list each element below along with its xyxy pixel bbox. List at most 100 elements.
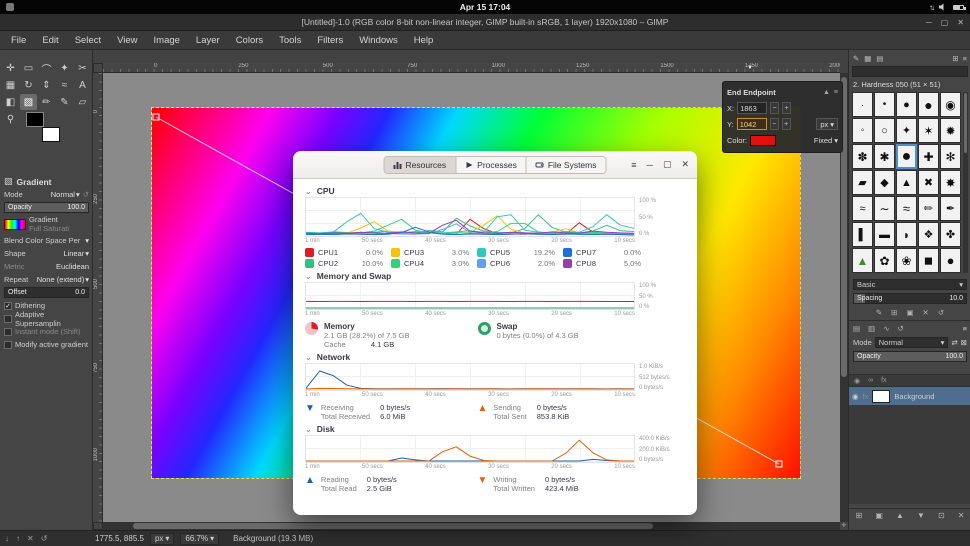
- menu-icon[interactable]: ≡: [631, 160, 636, 170]
- unit-dropdown[interactable]: px ▾: [816, 118, 838, 130]
- gradients-tab-icon[interactable]: ▤: [876, 54, 883, 63]
- brush-item[interactable]: ◗: [896, 222, 917, 247]
- shape-row[interactable]: Shape Linear▾: [0, 247, 93, 260]
- cpu-color-swatch[interactable]: [563, 248, 572, 257]
- network-icon[interactable]: ↑↓: [929, 3, 933, 12]
- dock-menu-icon[interactable]: ≡: [963, 54, 967, 63]
- reset-icon[interactable]: ↺: [83, 190, 89, 199]
- layer-opacity-slider[interactable]: Opacity 100.0: [853, 351, 967, 362]
- monitor-header-bar[interactable]: Resources Processes File Systems ≡ ─ ▢ ✕: [293, 151, 697, 179]
- opacity-row[interactable]: Opacity 100.0: [0, 201, 93, 214]
- spacing-slider[interactable]: Spacing 10.0: [853, 293, 967, 304]
- brush-item[interactable]: ▌: [852, 222, 873, 247]
- network-section-header[interactable]: ⌄ Network: [305, 351, 685, 363]
- modify-checkbox[interactable]: [4, 341, 12, 349]
- layer-fx-icon[interactable]: fx: [863, 392, 869, 401]
- tool-bucket-fill[interactable]: ◧: [2, 94, 19, 110]
- tool-eraser[interactable]: ▱: [74, 94, 91, 110]
- layer-thumbnail[interactable]: [872, 390, 890, 403]
- brush-item[interactable]: ✏: [918, 196, 939, 221]
- brush-item[interactable]: ◼: [918, 248, 939, 273]
- menu-tools[interactable]: Tools: [272, 33, 308, 48]
- edit-brush-icon[interactable]: ✎: [876, 308, 882, 317]
- close-icon[interactable]: ✕: [681, 159, 689, 170]
- delete-preset-icon[interactable]: ✕: [27, 534, 34, 543]
- layer-visible-icon[interactable]: ◉: [852, 392, 859, 401]
- brush-item[interactable]: ●: [918, 92, 939, 117]
- cpu-legend-item[interactable]: CPU10.0%: [305, 248, 383, 257]
- adaptive-row[interactable]: Adaptive Supersamplin: [0, 312, 93, 325]
- x-input[interactable]: 1863: [737, 102, 767, 114]
- cpu-color-swatch[interactable]: [563, 259, 572, 268]
- tool-fuzzy-select[interactable]: ✦: [56, 60, 73, 76]
- tool-pencil[interactable]: ✏: [38, 94, 55, 110]
- x-minus-button[interactable]: −: [770, 102, 779, 114]
- brush-item[interactable]: ▬: [874, 222, 895, 247]
- adaptive-checkbox[interactable]: [4, 315, 12, 323]
- minimize-icon[interactable]: ─: [926, 18, 932, 27]
- tool-rotate[interactable]: ↻: [20, 77, 37, 93]
- tool-free-select[interactable]: ⌒: [38, 60, 55, 76]
- volume-icon[interactable]: [939, 3, 947, 11]
- brush-item[interactable]: ◉: [940, 92, 961, 117]
- y-minus-button[interactable]: −: [770, 118, 779, 130]
- cpu-color-swatch[interactable]: [477, 248, 486, 257]
- channels-tab-icon[interactable]: ▥: [868, 324, 875, 333]
- brushes-tab-icon[interactable]: ✎: [853, 54, 859, 63]
- menu-icon[interactable]: ≡: [834, 89, 838, 96]
- menu-filters[interactable]: Filters: [310, 33, 350, 48]
- new-layer-icon[interactable]: ⊞: [856, 511, 863, 520]
- chevron-down-icon[interactable]: ⌄: [305, 187, 312, 196]
- brush-item[interactable]: ▲: [852, 248, 873, 273]
- clock[interactable]: Apr 15 17:04: [460, 2, 511, 12]
- tool-text[interactable]: A: [74, 77, 91, 93]
- menu-windows[interactable]: Windows: [352, 33, 405, 48]
- dithering-checkbox[interactable]: ✓: [4, 302, 12, 310]
- background-color-swatch[interactable]: [42, 127, 60, 142]
- new-brush-icon[interactable]: ⊞: [891, 308, 897, 317]
- horizontal-scrollbar[interactable]: [103, 522, 840, 530]
- menu-select[interactable]: Select: [68, 33, 108, 48]
- brush-item[interactable]: ✦: [896, 118, 917, 143]
- menu-layer[interactable]: Layer: [189, 33, 227, 48]
- brush-item[interactable]: ●: [896, 92, 917, 117]
- commit-icon[interactable]: ▲: [823, 89, 830, 96]
- brush-item[interactable]: •: [874, 92, 895, 117]
- brush-item[interactable]: ●: [940, 248, 961, 273]
- dock-menu-icon[interactable]: ≡: [963, 324, 967, 333]
- tool-move[interactable]: ✛: [2, 60, 19, 76]
- quick-mask-toggle[interactable]: [93, 522, 103, 530]
- mode-row[interactable]: Mode Normal▾ ↺: [0, 188, 93, 201]
- opacity-slider[interactable]: Opacity 100.0: [4, 202, 89, 213]
- x-plus-button[interactable]: +: [782, 102, 791, 114]
- memory-section-header[interactable]: ⌄ Memory and Swap: [305, 270, 685, 282]
- brush-item[interactable]: ✤: [940, 222, 961, 247]
- brush-item[interactable]: ✚: [918, 144, 939, 169]
- y-plus-button[interactable]: +: [782, 118, 791, 130]
- tool-warp-transform[interactable]: ≈: [56, 77, 73, 93]
- chevron-down-icon[interactable]: ⌄: [305, 353, 312, 362]
- disk-section-header[interactable]: ⌄ Disk: [305, 423, 685, 435]
- brush-tag-dropdown[interactable]: Basic ▾: [853, 279, 967, 290]
- gradient-preview[interactable]: [4, 219, 26, 230]
- menu-file[interactable]: File: [4, 33, 33, 48]
- brush-item[interactable]: ≈: [852, 196, 873, 221]
- tab-file-systems[interactable]: File Systems: [527, 157, 606, 173]
- history-tab-icon[interactable]: ↺: [897, 324, 903, 333]
- maximize-icon[interactable]: ▢: [663, 159, 672, 170]
- restore-preset-icon[interactable]: ↑: [16, 534, 20, 543]
- blend-row[interactable]: Blend Color Space Per ▾: [0, 234, 93, 247]
- offset-slider[interactable]: Offset 0.0: [4, 287, 89, 298]
- chevron-down-icon[interactable]: ⌄: [305, 272, 312, 281]
- new-group-icon[interactable]: ▣: [875, 511, 883, 520]
- delete-brush-icon[interactable]: ✕: [923, 308, 929, 317]
- brush-scrollbar[interactable]: [963, 92, 968, 273]
- raise-layer-icon[interactable]: ▲: [896, 511, 904, 520]
- duplicate-layer-icon[interactable]: ⊡: [938, 511, 945, 520]
- brush-item[interactable]: ✹: [940, 118, 961, 143]
- cpu-legend-item[interactable]: CPU210.0%: [305, 259, 383, 268]
- tool-rectangle-select[interactable]: ▭: [20, 60, 37, 76]
- tool-paintbrush[interactable]: ✎: [56, 94, 73, 110]
- menu-image[interactable]: Image: [147, 33, 187, 48]
- duplicate-brush-icon[interactable]: ▣: [906, 308, 913, 317]
